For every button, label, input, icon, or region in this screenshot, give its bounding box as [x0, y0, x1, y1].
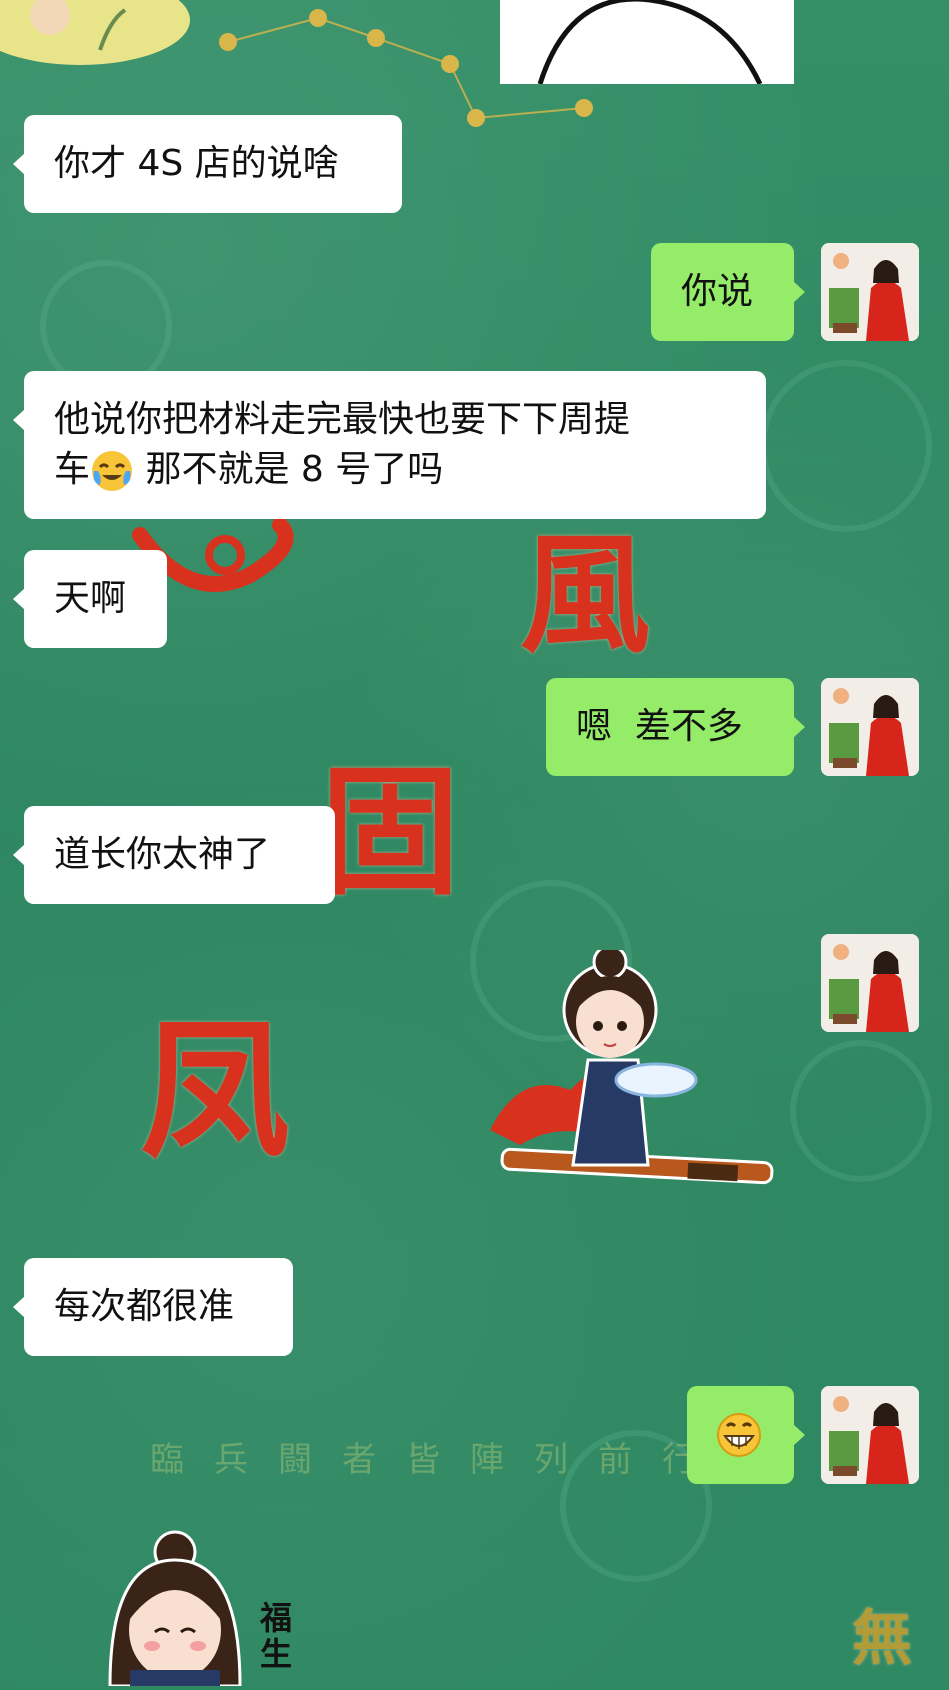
seal-glyph-phoenix: 凤 — [140, 1003, 291, 1179]
message-text: 天啊 — [54, 578, 127, 619]
message-text: 那不就是 8 号了吗 — [134, 449, 444, 490]
avatar-image — [821, 934, 919, 1032]
my-avatar[interactable] — [821, 243, 919, 341]
message-bubble-incoming[interactable]: 他说你把材料走完最快也要下下周提 车 那不就是 8 号了吗 — [13, 371, 766, 519]
message-text: 你说 — [681, 271, 754, 312]
message-text: 每次都很准 — [54, 1286, 235, 1327]
image-message-partial[interactable] — [500, 0, 794, 86]
message-text: 嗯 差不多 — [576, 706, 743, 747]
wallpaper-ornament — [790, 1040, 932, 1182]
avatar-image — [821, 243, 919, 341]
taoist-girl-sword-sticker[interactable] — [498, 944, 788, 1200]
avatar-image — [821, 1386, 919, 1484]
message-bubble-outgoing[interactable]: 你说 — [651, 243, 805, 341]
wallpaper-ornament — [760, 360, 932, 532]
message-bubble-outgoing[interactable] — [687, 1386, 805, 1484]
message-bubble-outgoing[interactable]: 嗯 差不多 — [546, 678, 805, 776]
message-text: 车 — [54, 449, 91, 490]
message-bubble-incoming[interactable]: 你才 4S 店的说啥 — [13, 115, 402, 213]
grinning-face-emoji-icon — [717, 1413, 761, 1457]
message-text-line-2: 车 那不就是 8 号了吗 — [54, 445, 736, 495]
my-avatar[interactable] — [821, 1386, 919, 1484]
sticker-caption-text: 福生 — [260, 1599, 293, 1673]
message-bubble-incoming[interactable]: 天啊 — [13, 550, 167, 648]
corner-glyph: 無 — [852, 1604, 912, 1674]
sticker-image — [500, 944, 774, 1185]
crying-laughing-emoji-icon — [92, 451, 133, 491]
message-bubble-incoming[interactable]: 道长你太神了 — [13, 806, 335, 904]
message-text: 道长你太神了 — [54, 834, 271, 875]
message-text: 你才 4S 店的说啥 — [54, 143, 339, 184]
seal-glyph-fixed: 固 — [320, 751, 461, 915]
message-text-line: 他说你把材料走完最快也要下下周提 — [54, 399, 631, 440]
my-avatar[interactable] — [821, 934, 919, 1032]
avatar-image — [821, 678, 919, 776]
message-bubble-incoming[interactable]: 每次都很准 — [13, 1258, 293, 1356]
image-content — [537, 0, 763, 86]
fusheng-girl-sticker[interactable]: 福生 — [100, 1520, 300, 1688]
sticker-caption: 福生 — [260, 1600, 300, 1672]
faded-verse: 臨兵闘者皆陣列前行 — [150, 1440, 726, 1480]
my-avatar[interactable] — [821, 678, 919, 776]
